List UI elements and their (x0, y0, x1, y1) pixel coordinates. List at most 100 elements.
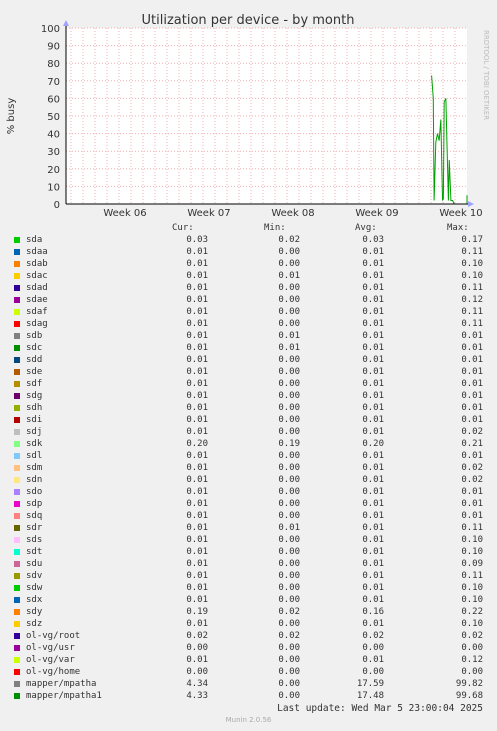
legend-swatch (14, 657, 20, 663)
legend-avg-value: 0.01 (362, 463, 384, 473)
legend-swatch (14, 273, 20, 279)
legend-min-value: 0.00 (278, 679, 300, 689)
legend-device-name: sdy (26, 607, 43, 617)
legend-row: sde 0.01 0.00 0.01 0.01 (0, 367, 497, 379)
legend-device-name: sdu (26, 559, 43, 569)
legend-min-value: 0.00 (278, 583, 300, 593)
legend-row: sdv 0.01 0.00 0.01 0.11 (0, 571, 497, 583)
legend-avg-value: 0.01 (362, 475, 384, 485)
legend-cur-value: 0.01 (186, 595, 208, 605)
legend-swatch (14, 441, 20, 447)
legend-cur-value: 0.01 (186, 463, 208, 473)
legend-max-value: 0.11 (461, 319, 483, 329)
legend-swatch (14, 525, 20, 531)
legend-row: sdad 0.01 0.00 0.01 0.11 (0, 283, 497, 295)
legend-cur-value: 0.01 (186, 487, 208, 497)
legend-max-value: 0.01 (461, 367, 483, 377)
y-tick-label: 100 (41, 24, 60, 35)
legend-row: sdg 0.01 0.00 0.01 0.01 (0, 391, 497, 403)
legend-avg-value: 0.01 (362, 619, 384, 629)
legend-max-value: 0.10 (461, 583, 483, 593)
legend-cur-value: 0.01 (186, 571, 208, 581)
legend-swatch (14, 453, 20, 459)
legend-max-value: 0.00 (461, 667, 483, 677)
legend-swatch (14, 573, 20, 579)
legend-swatch (14, 357, 20, 363)
legend-cur-value: 0.01 (186, 367, 208, 377)
legend-row: sdh 0.01 0.00 0.01 0.01 (0, 403, 497, 415)
legend-device-name: sdw (26, 583, 43, 593)
legend-row: ol-vg/usr 0.00 0.00 0.00 0.00 (0, 643, 497, 655)
legend-device-name: sdf (26, 379, 43, 389)
legend-swatch (14, 513, 20, 519)
x-tick-label: Week 06 (103, 208, 146, 219)
legend-device-name: sdaf (26, 307, 48, 317)
legend-cur-value: 0.01 (186, 499, 208, 509)
legend-avg-value: 0.01 (362, 571, 384, 581)
legend-min-value: 0.00 (278, 403, 300, 413)
legend-cur-value: 0.01 (186, 451, 208, 461)
legend-device-name: sdab (26, 259, 48, 269)
legend-avg-value: 0.01 (362, 487, 384, 497)
legend-min-value: 0.00 (278, 571, 300, 581)
legend-min-value: 0.00 (278, 691, 300, 701)
legend-max-value: 0.10 (461, 619, 483, 629)
legend-min-value: 0.00 (278, 247, 300, 257)
legend-row: sdt 0.01 0.00 0.01 0.10 (0, 547, 497, 559)
chart-title: Utilization per device - by month (142, 13, 355, 28)
legend-device-name: sde (26, 367, 43, 377)
legend-min-value: 0.02 (278, 631, 300, 641)
legend-cur-value: 0.01 (186, 475, 208, 485)
legend-device-name: sdc (26, 343, 43, 353)
legend-cur-value: 0.01 (186, 415, 208, 425)
legend-min-value: 0.00 (278, 667, 300, 677)
legend-swatch (14, 609, 20, 615)
legend-max-value: 0.01 (461, 451, 483, 461)
legend-avg-value: 0.00 (362, 643, 384, 653)
legend-max-value: 0.01 (461, 511, 483, 521)
utilization-chart: 0 10 20 30 40 50 60 70 80 90 100 Week 06 Week 07 Wee… (0, 0, 497, 220)
legend-min-value: 0.00 (278, 619, 300, 629)
legend-min-value: 0.00 (278, 415, 300, 425)
legend-min-value: 0.00 (278, 379, 300, 389)
legend-row: ol-vg/root 0.02 0.02 0.02 0.02 (0, 631, 497, 643)
legend-avg-value: 0.03 (362, 235, 384, 245)
legend-swatch (14, 261, 20, 267)
legend-device-name: sdm (26, 463, 43, 473)
legend-row: ol-vg/var 0.01 0.00 0.01 0.12 (0, 655, 497, 667)
legend-device-name: sdk (26, 439, 43, 449)
legend-min-value: 0.00 (278, 463, 300, 473)
legend-max-value: 0.11 (461, 571, 483, 581)
legend-device-name: sdad (26, 283, 48, 293)
legend-cur-value: 0.01 (186, 523, 208, 533)
legend-swatch (14, 645, 20, 651)
y-tick-label: 70 (47, 77, 60, 88)
legend-device-name: sdi (26, 415, 43, 425)
legend-cur-value: 0.01 (186, 271, 208, 281)
legend-min-value: 0.00 (278, 391, 300, 401)
legend-swatch (14, 585, 20, 591)
legend-min-value: 0.00 (278, 643, 300, 653)
legend-swatch (14, 561, 20, 567)
legend-device-name: mapper/mpatha (26, 679, 97, 689)
y-tick-label: 60 (47, 94, 60, 105)
legend-header-avg: Avg: (355, 223, 377, 233)
y-tick-label: 10 (47, 182, 60, 193)
legend-row: sdp 0.01 0.00 0.01 0.01 (0, 499, 497, 511)
legend-cur-value: 0.00 (186, 667, 208, 677)
x-tick-label: Week 07 (187, 208, 230, 219)
legend-swatch (14, 597, 20, 603)
legend-device-name: sdag (26, 319, 48, 329)
legend-cur-value: 0.00 (186, 643, 208, 653)
y-tick-label: 90 (47, 42, 60, 53)
legend-max-value: 0.10 (461, 271, 483, 281)
y-tick-label: 50 (47, 112, 60, 123)
legend-max-value: 0.01 (461, 487, 483, 497)
legend-row: sdn 0.01 0.00 0.01 0.02 (0, 475, 497, 487)
legend-max-value: 0.09 (461, 559, 483, 569)
legend-cur-value: 0.01 (186, 535, 208, 545)
legend-avg-value: 0.16 (362, 607, 384, 617)
legend-row: sdab 0.01 0.00 0.01 0.10 (0, 259, 497, 271)
legend-row: sdu 0.01 0.00 0.01 0.09 (0, 559, 497, 571)
legend-row: sdj 0.01 0.00 0.01 0.02 (0, 427, 497, 439)
